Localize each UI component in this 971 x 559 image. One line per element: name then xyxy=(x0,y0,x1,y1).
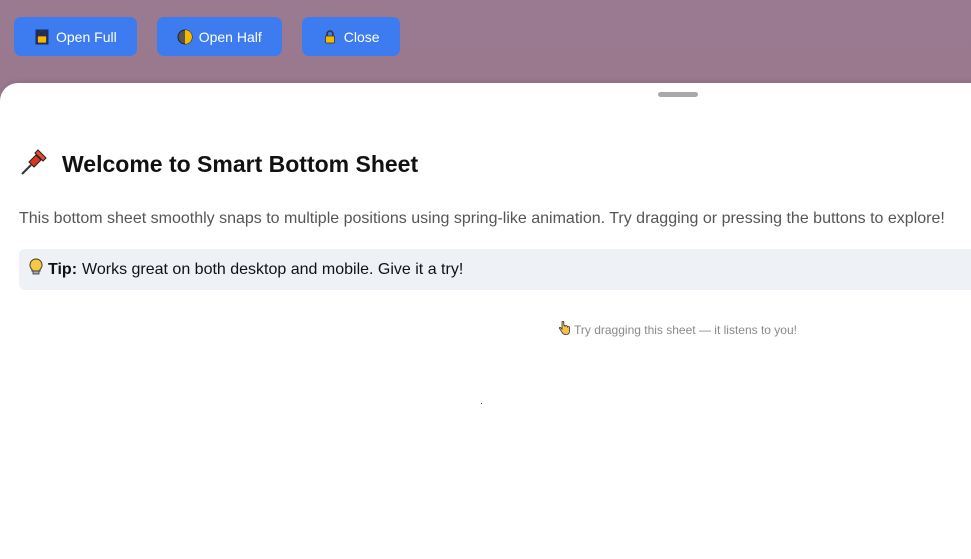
open-half-button[interactable]: Open Half xyxy=(156,17,282,56)
pointing-hand-icon xyxy=(558,320,571,338)
close-label: Close xyxy=(343,28,380,45)
open-half-label: Open Half xyxy=(198,28,262,45)
drag-hint-text: Try dragging this sheet — it listens to … xyxy=(574,322,797,337)
sheet-title: Welcome to Smart Bottom Sheet xyxy=(62,151,419,177)
open-full-label: Open Full xyxy=(56,28,117,45)
drag-handle[interactable] xyxy=(658,92,698,97)
stray-dot xyxy=(481,403,482,404)
tip-text: Works great on both desktop and mobile. … xyxy=(82,260,464,278)
title-row: Welcome to Smart Bottom Sheet xyxy=(19,147,418,182)
close-button[interactable]: Close xyxy=(301,17,400,56)
toolbar: Open Full Open Half Close xyxy=(14,17,400,56)
pushpin-icon xyxy=(19,147,49,182)
tip-label: Tip: xyxy=(48,260,78,278)
half-moon-icon xyxy=(177,29,193,45)
lock-icon xyxy=(322,29,338,45)
drag-hint: Try dragging this sheet — it listens to … xyxy=(558,320,797,338)
open-full-button[interactable]: Open Full xyxy=(14,17,137,56)
bottom-sheet[interactable]: Welcome to Smart Bottom Sheet This botto… xyxy=(0,83,971,559)
lightbulb-icon xyxy=(29,258,43,281)
lock-icon xyxy=(34,29,50,45)
tip-box: Tip: Works great on both desktop and mob… xyxy=(19,249,971,290)
sheet-description: This bottom sheet smoothly snaps to mult… xyxy=(19,210,945,227)
